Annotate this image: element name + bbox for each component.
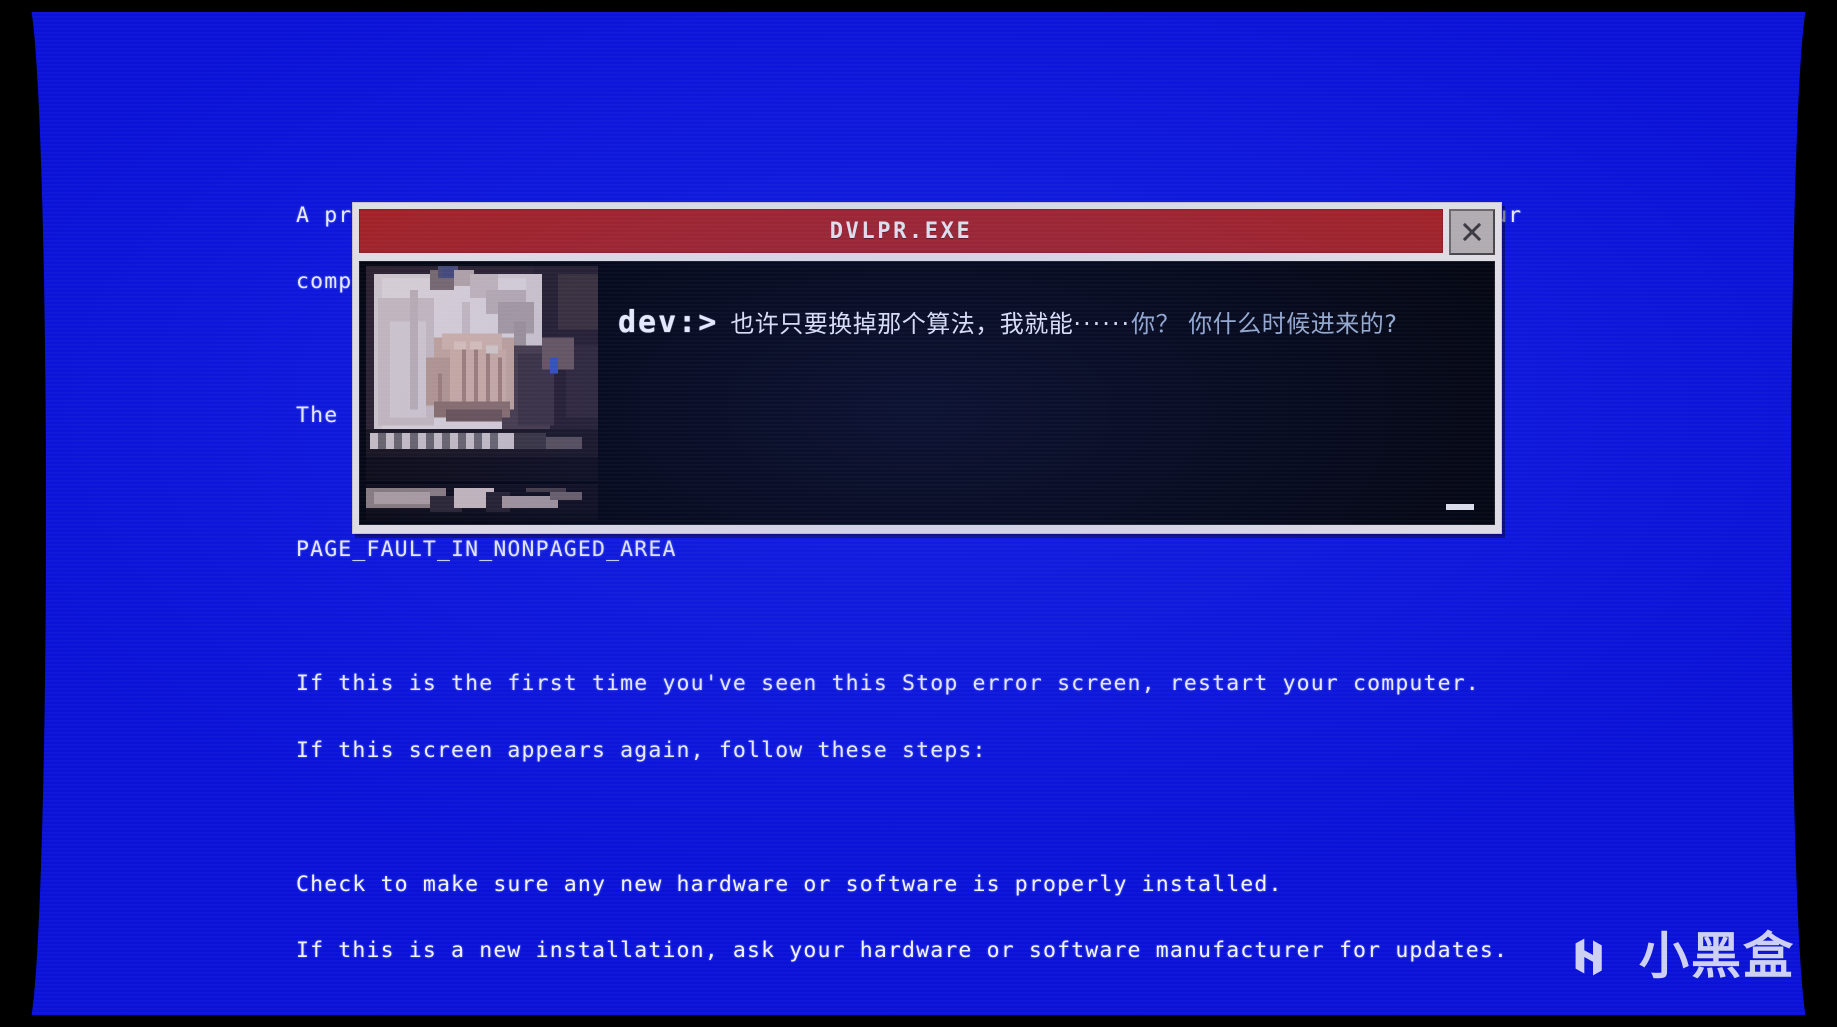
portrait-strip-pixels <box>366 484 598 520</box>
bsod-line: If this screen appears again, follow the… <box>296 737 987 763</box>
portrait-thumbnail <box>366 266 598 481</box>
dialog-message-alt: 你？ 你什么时候进来的? <box>1131 310 1398 338</box>
bsod-spacer <box>296 807 1586 829</box>
bsod-line: If this is the first time you've seen th… <box>296 670 1480 696</box>
close-icon <box>1462 222 1482 242</box>
dialog-title-bar[interactable]: DVLPR.EXE <box>359 209 1443 253</box>
bsod-line: Check to make sure any new hardware or s… <box>296 871 1283 897</box>
dvlpr-exe-dialog[interactable]: DVLPR.EXE dev:> 也许只要换掉那个算法，我就能 ······ 你？… <box>352 202 1502 534</box>
bsod-line: PAGE_FAULT_IN_NONPAGED_AREA <box>296 537 677 563</box>
portrait-pixels <box>366 266 598 481</box>
portrait-strip <box>366 484 598 520</box>
dialog-title: DVLPR.EXE <box>829 218 973 244</box>
hexagon-h-logo-icon <box>1575 938 1602 976</box>
dialog-message-main: 也许只要换掉那个算法，我就能 <box>730 310 1074 338</box>
dialog-body: dev:> 也许只要换掉那个算法，我就能 ······ 你？ 你什么时候进来的? <box>359 261 1495 525</box>
dialog-frame: DVLPR.EXE dev:> 也许只要换掉那个算法，我就能 ······ 你？… <box>352 202 1502 534</box>
crt-edge-right <box>1791 0 1837 1027</box>
dialog-title-row: DVLPR.EXE <box>359 209 1495 255</box>
crt-edge-bottom <box>0 1015 1837 1027</box>
watermark-text: 小黑盒 <box>1639 927 1795 985</box>
crt-edge-left <box>0 0 46 1027</box>
bsod-line: If this is a new installation, ask your … <box>296 938 1509 964</box>
crt-screen: A problem has been detected and Terrorba… <box>0 0 1837 1027</box>
bsod-spacer <box>296 606 1586 628</box>
close-button[interactable] <box>1449 209 1495 255</box>
dev-prompt: dev:> <box>618 305 719 340</box>
crt-edge-top <box>0 0 1837 12</box>
dialog-message-dots: ······ <box>1073 310 1132 338</box>
dialog-message-line: dev:> 也许只要换掉那个算法，我就能 ······ 你？ 你什么时候进来的? <box>618 304 1478 340</box>
watermark: 小黑盒 <box>1563 925 1795 987</box>
minimize-icon[interactable] <box>1446 504 1474 510</box>
